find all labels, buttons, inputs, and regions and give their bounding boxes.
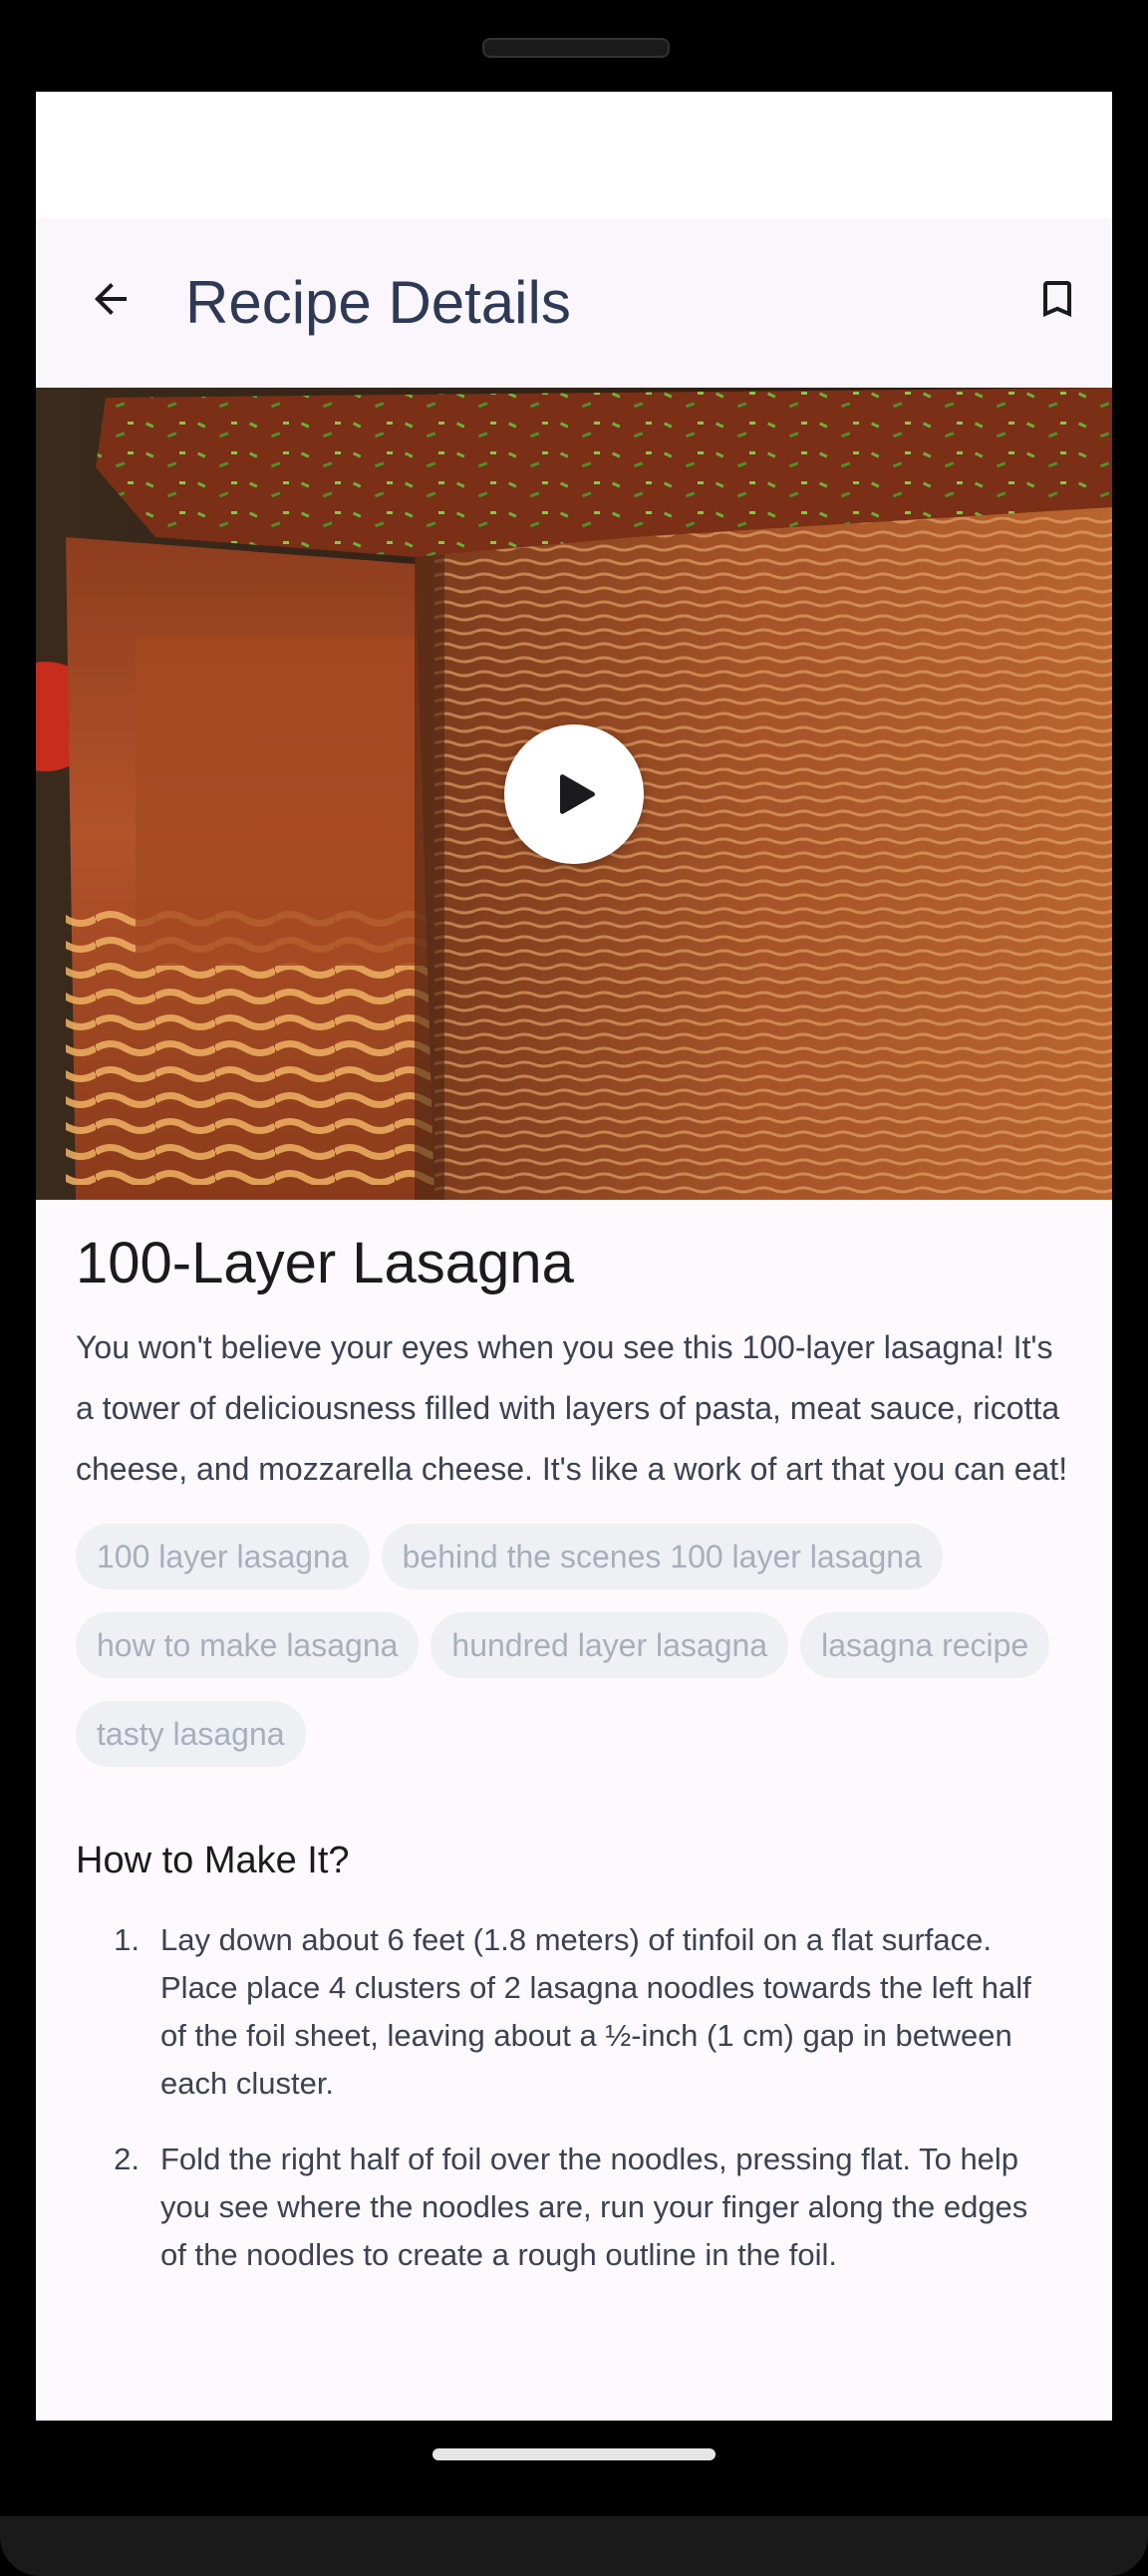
bookmark-outline-icon	[1043, 281, 1071, 317]
status-bar	[36, 92, 1112, 218]
top-app-bar: Recipe Details	[36, 218, 1112, 388]
back-button[interactable]	[76, 264, 145, 334]
step-text: Lay down about 6 feet (1.8 meters) of ti…	[160, 1922, 1031, 2101]
tag-chip[interactable]: hundred layer lasagna	[430, 1612, 789, 1678]
tag-chip[interactable]: 100 layer lasagna	[76, 1524, 370, 1589]
system-navigation-bar	[0, 2421, 1148, 2520]
tag-chip[interactable]: behind the scenes 100 layer lasagna	[381, 1524, 943, 1589]
step-number: 2.	[114, 2142, 140, 2176]
tag-list: 100 layer lasagna behind the scenes 100 …	[76, 1524, 1082, 1790]
recipe-title: 100-Layer Lasagna	[76, 1231, 574, 1295]
tag-chip[interactable]: how to make lasagna	[76, 1612, 420, 1678]
instruction-steps: 1. Lay down about 6 feet (1.8 meters) of…	[76, 1916, 1072, 2279]
phone-frame: Recipe Details 100-Layer Lasagna You won…	[0, 0, 1148, 2576]
tag-chip[interactable]: lasagna recipe	[800, 1612, 1050, 1678]
recipe-video-thumbnail[interactable]	[36, 388, 1112, 1200]
instruction-step: 1. Lay down about 6 feet (1.8 meters) of…	[76, 1916, 1072, 2108]
bookmark-button[interactable]	[1022, 264, 1092, 334]
play-button[interactable]	[504, 724, 644, 864]
tag-chip[interactable]: tasty lasagna	[76, 1701, 306, 1767]
home-gesture-handle[interactable]	[432, 2448, 716, 2460]
phone-chin	[0, 2516, 1148, 2576]
recipe-description: You won't believe your eyes when you see…	[76, 1329, 1068, 1487]
step-text: Fold the right half of foil over the noo…	[160, 2142, 1028, 2272]
instruction-step: 2. Fold the right half of foil over the …	[76, 2136, 1072, 2279]
arrow-back-icon	[95, 283, 127, 315]
recipe-content: 100-Layer Lasagna You won't believe your…	[36, 1228, 1112, 2279]
step-number: 1.	[114, 1922, 140, 1957]
earpiece-speaker	[482, 38, 670, 58]
play-icon	[560, 774, 595, 814]
instructions-heading: How to Make It?	[76, 1840, 350, 1881]
page-title: Recipe Details	[185, 269, 571, 336]
screen: Recipe Details 100-Layer Lasagna You won…	[36, 92, 1112, 2421]
